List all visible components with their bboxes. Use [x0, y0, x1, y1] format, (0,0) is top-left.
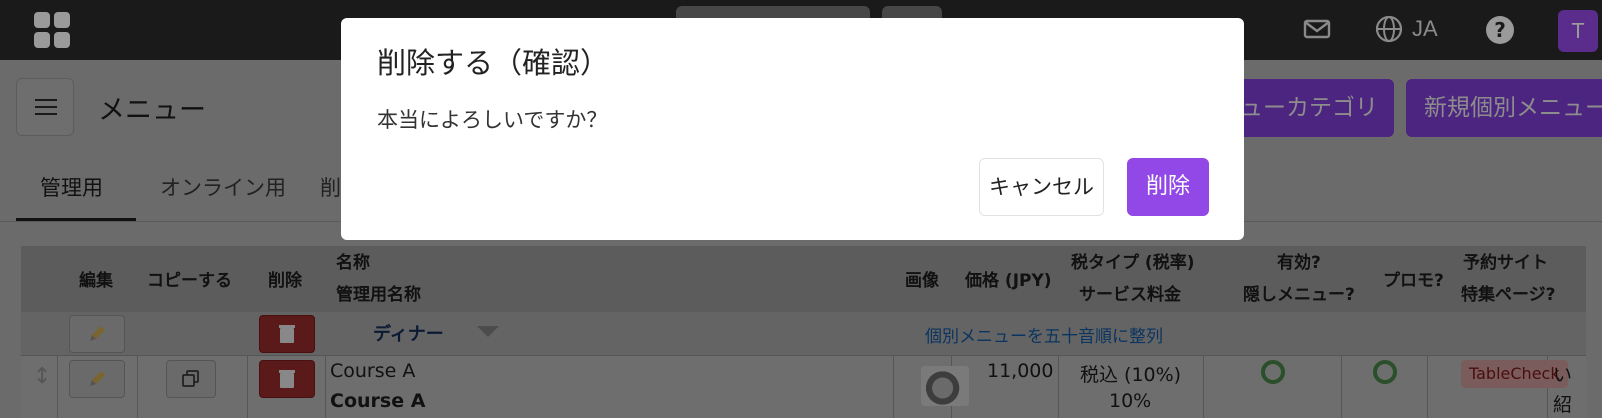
pencil-icon	[90, 326, 105, 341]
col-image: 画像	[905, 271, 939, 291]
sort-alphabetical-link[interactable]: 個別メニューを五十音順に整列	[925, 322, 1163, 347]
copy-icon	[182, 370, 199, 387]
mail-icon[interactable]	[1302, 14, 1332, 44]
app-logo-icon[interactable]	[30, 10, 74, 50]
tab-online[interactable]: オンライン用	[160, 172, 286, 202]
col-feature-page: 特集ページ?	[1461, 285, 1556, 305]
col-booking-site: 予約サイト	[1463, 253, 1548, 273]
hamburger-menu-icon[interactable]	[16, 78, 74, 136]
globe-icon[interactable]	[1374, 14, 1404, 44]
col-admin-name[interactable]: 管理用名称	[336, 280, 421, 305]
dialog-message: 本当によろしいですか？	[377, 108, 608, 132]
trash-icon	[279, 370, 295, 388]
item-name[interactable]: Course A	[330, 360, 415, 382]
row-delete-button[interactable]	[259, 360, 315, 398]
item-tax: 税込 (10%)	[1080, 364, 1182, 386]
col-promo: プロモ?	[1383, 271, 1444, 291]
item-thumbnail[interactable]	[921, 366, 969, 406]
menu-table: 編集 コピーする 削除 名称 管理用名称 画像 価格 (JPY) 税タイプ (税…	[21, 246, 1602, 418]
table-row: ↕ Course A Course A 11,000 税込 (10%) 10% …	[21, 356, 1602, 418]
col-name[interactable]: 名称	[336, 248, 370, 273]
truncated-cell-top: い	[1553, 364, 1573, 386]
col-tax-type: 税タイプ (税率)	[1071, 253, 1195, 273]
col-price[interactable]: 価格 (JPY)	[965, 266, 1052, 291]
group-name: ディナー	[373, 324, 444, 345]
chevron-down-icon[interactable]	[477, 326, 499, 337]
col-active: 有効?	[1277, 253, 1321, 273]
help-icon[interactable]: ?	[1486, 16, 1514, 44]
page-title: メニュー	[98, 95, 206, 126]
language-selector[interactable]: JA	[1412, 16, 1438, 42]
tab-active-indicator	[16, 218, 136, 221]
group-edit-button[interactable]	[69, 315, 125, 353]
tab-admin[interactable]: 管理用	[40, 172, 103, 202]
col-service-charge: サービス料金	[1079, 285, 1181, 305]
active-check-icon[interactable]	[1261, 360, 1285, 384]
col-copy: コピーする	[147, 271, 232, 291]
drag-handle-icon[interactable]: ↕	[33, 364, 51, 389]
user-avatar[interactable]: T	[1558, 10, 1598, 52]
confirm-delete-dialog: 削除する（確認） 本当によろしいですか？ キャンセル 削除	[341, 18, 1244, 240]
group-row: ディナー 個別メニューを五十音順に整列	[21, 312, 1602, 356]
promo-check-icon[interactable]	[1373, 360, 1397, 384]
horizontal-scroll-edge[interactable]	[1586, 244, 1602, 418]
new-menu-item-button[interactable]: 新規個別メニュー	[1406, 79, 1602, 137]
pencil-icon	[90, 371, 105, 386]
trash-icon	[279, 325, 295, 343]
col-hidden-menu: 隠しメニュー?	[1243, 285, 1355, 305]
col-edit: 編集	[79, 271, 113, 291]
group-delete-button[interactable]	[259, 315, 315, 353]
col-delete: 削除	[268, 271, 302, 291]
dialog-title: 削除する（確認）	[377, 46, 610, 80]
booking-site-badge: TableCheck	[1461, 360, 1568, 388]
table-header: 編集 コピーする 削除 名称 管理用名称 画像 価格 (JPY) 税タイプ (税…	[21, 246, 1602, 312]
truncated-cell-bottom: 紹	[1553, 394, 1573, 416]
row-copy-button[interactable]	[166, 360, 216, 398]
item-admin-name: Course A	[330, 390, 426, 412]
row-edit-button[interactable]	[69, 360, 125, 398]
item-service-charge: 10%	[1109, 390, 1152, 412]
confirm-delete-button[interactable]: 削除	[1127, 158, 1209, 216]
cancel-button[interactable]: キャンセル	[979, 158, 1104, 216]
item-price: 11,000	[987, 360, 1054, 382]
